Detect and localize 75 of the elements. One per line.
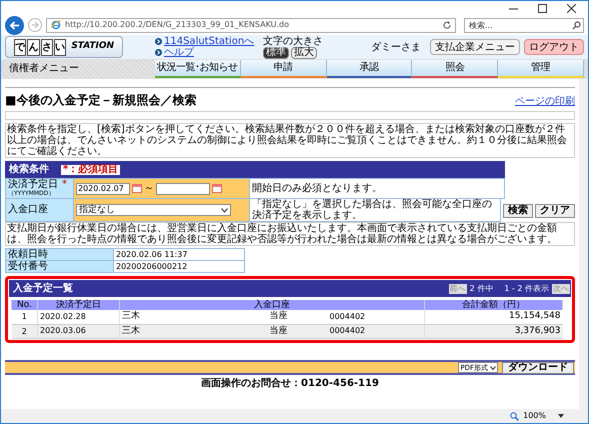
note-text: 支払期日が銀行休業日の場合には、翌営業日に入金口座にお振込いたします。本画面で表示されている支払期日ごとの金額は、照会を行った時点の情報であり照会後に変更記録や否認等が行われた場合は最新の情報とは異なる場合がございます。: [5, 222, 575, 246]
info-value: 20200206000212: [115, 261, 188, 272]
header-button[interactable]: 支払企業メニュー: [430, 39, 520, 55]
address-field[interactable]: http://10.200.200.2/DEN/G_213303_99_01_KENSAKU.do: [46, 18, 456, 32]
nav-tab[interactable]: 状況一覧･お知らせ: [155, 60, 241, 78]
field-label: 決済予定日: [8, 180, 58, 190]
field-hint: 開始日のみ必須となります。: [251, 182, 383, 196]
footer-contact: 画面操作のお問合せ：0120-456-119: [200, 376, 380, 391]
user-name: ダミーさま: [371, 40, 421, 54]
table-cell: 2: [12, 324, 38, 338]
maximize-icon: [538, 4, 547, 12]
back-arrow-icon: [9, 20, 20, 30]
result-range: 1 - 2 件表示: [504, 282, 549, 294]
zoom-icon: [510, 412, 520, 420]
chevron-down-icon: [221, 208, 228, 212]
refresh-icon: [443, 21, 451, 29]
logo-text: STATION: [71, 40, 114, 54]
nav-tab[interactable]: 申請: [240, 60, 327, 78]
calendar-icon: [132, 184, 142, 193]
arrow-circle-icon: [155, 38, 162, 45]
range-separator: ～: [144, 182, 154, 196]
font-size-label: 文字の大きさ: [263, 36, 323, 46]
arrow-circle-icon: [155, 49, 162, 56]
table-cell: 2020.02.28: [38, 310, 120, 324]
table-cell: 0004402: [330, 310, 424, 324]
info-label: 受付番号: [6, 261, 114, 272]
section-title: 入金予定一覧: [13, 281, 73, 296]
table-cell: 三木: [120, 310, 270, 324]
table-cell: 3,376,903: [424, 324, 562, 338]
url-text: http://10.200.200.2/DEN/G_213303_99_01_KENSAKU.do: [65, 19, 290, 31]
close-icon: [567, 4, 576, 12]
logo-block: ん: [27, 38, 40, 56]
table-cell: 2020.03.06: [38, 324, 120, 338]
chevron-down-icon: [490, 366, 496, 370]
font-size-button[interactable]: 標準: [263, 46, 289, 58]
table-cell: 0004402: [330, 324, 424, 338]
table-cell: 当座: [270, 324, 330, 338]
account-select[interactable]: 指定なし: [76, 204, 231, 216]
logo-block: い: [54, 38, 66, 56]
date-input[interactable]: 2020.02.07: [76, 182, 130, 194]
field-hint: 「指定なし」を選択した場合は、照会可能な全口座の決済予定を表示します。: [252, 199, 493, 221]
calendar-icon: [212, 184, 222, 193]
table-cell: 1: [12, 310, 38, 324]
info-value: 2020.02.06 11:37: [115, 249, 188, 260]
required-mark: *: [62, 180, 67, 190]
nav-tab[interactable]: 管理: [498, 60, 584, 78]
table-cell: 三木: [120, 324, 270, 338]
nav-tab[interactable]: 照会: [412, 60, 498, 78]
required-legend: *：必須項目: [61, 164, 120, 174]
date-input[interactable]: [156, 182, 210, 194]
header-link[interactable]: 114SalutStationへ: [164, 36, 254, 47]
search-action-button[interactable]: 検索: [503, 204, 533, 218]
menu-title: 債権者メニュー: [8, 62, 80, 76]
notice-text: 検索条件を指定し、[検索]ボタンを押してください。検索結果件数が２００件を超える場合、または検索対象の口座数が２件以上の場合は、でんさいネットのシステムの制御により照会結果を即時にご覧頂くことはできません。約１０分後に結果照会にてご確認ください。: [5, 123, 575, 158]
browser-logo-icon: [51, 20, 61, 30]
download-button[interactable]: ダウンロード: [502, 362, 574, 374]
print-link[interactable]: ページの印刷: [515, 94, 575, 109]
search-action-button[interactable]: クリア: [535, 204, 575, 218]
dropdown-arrow-icon: [558, 414, 564, 418]
zoom-level: 100%: [523, 410, 546, 422]
back-button[interactable]: [5, 16, 24, 34]
nav-tab[interactable]: 承認: [326, 60, 412, 78]
result-count: 2 件中: [470, 282, 494, 294]
header-link[interactable]: ヘルプ: [164, 47, 194, 58]
table-cell: 当座: [270, 310, 330, 324]
forward-arrow-icon: [31, 21, 39, 29]
header-button[interactable]: ログアウト: [524, 39, 584, 55]
forward-button[interactable]: [28, 18, 42, 32]
section-title: 検索条件: [9, 162, 49, 177]
logo-block: さ: [40, 38, 53, 56]
table-cell: 15,154,548: [424, 310, 562, 324]
info-label: 依頼日時: [6, 249, 114, 260]
field-label: 入金口座: [8, 204, 48, 216]
page-title: ■今後の入金予定－新規照会／検索: [5, 92, 196, 109]
font-size-button[interactable]: 拡大: [291, 46, 317, 58]
